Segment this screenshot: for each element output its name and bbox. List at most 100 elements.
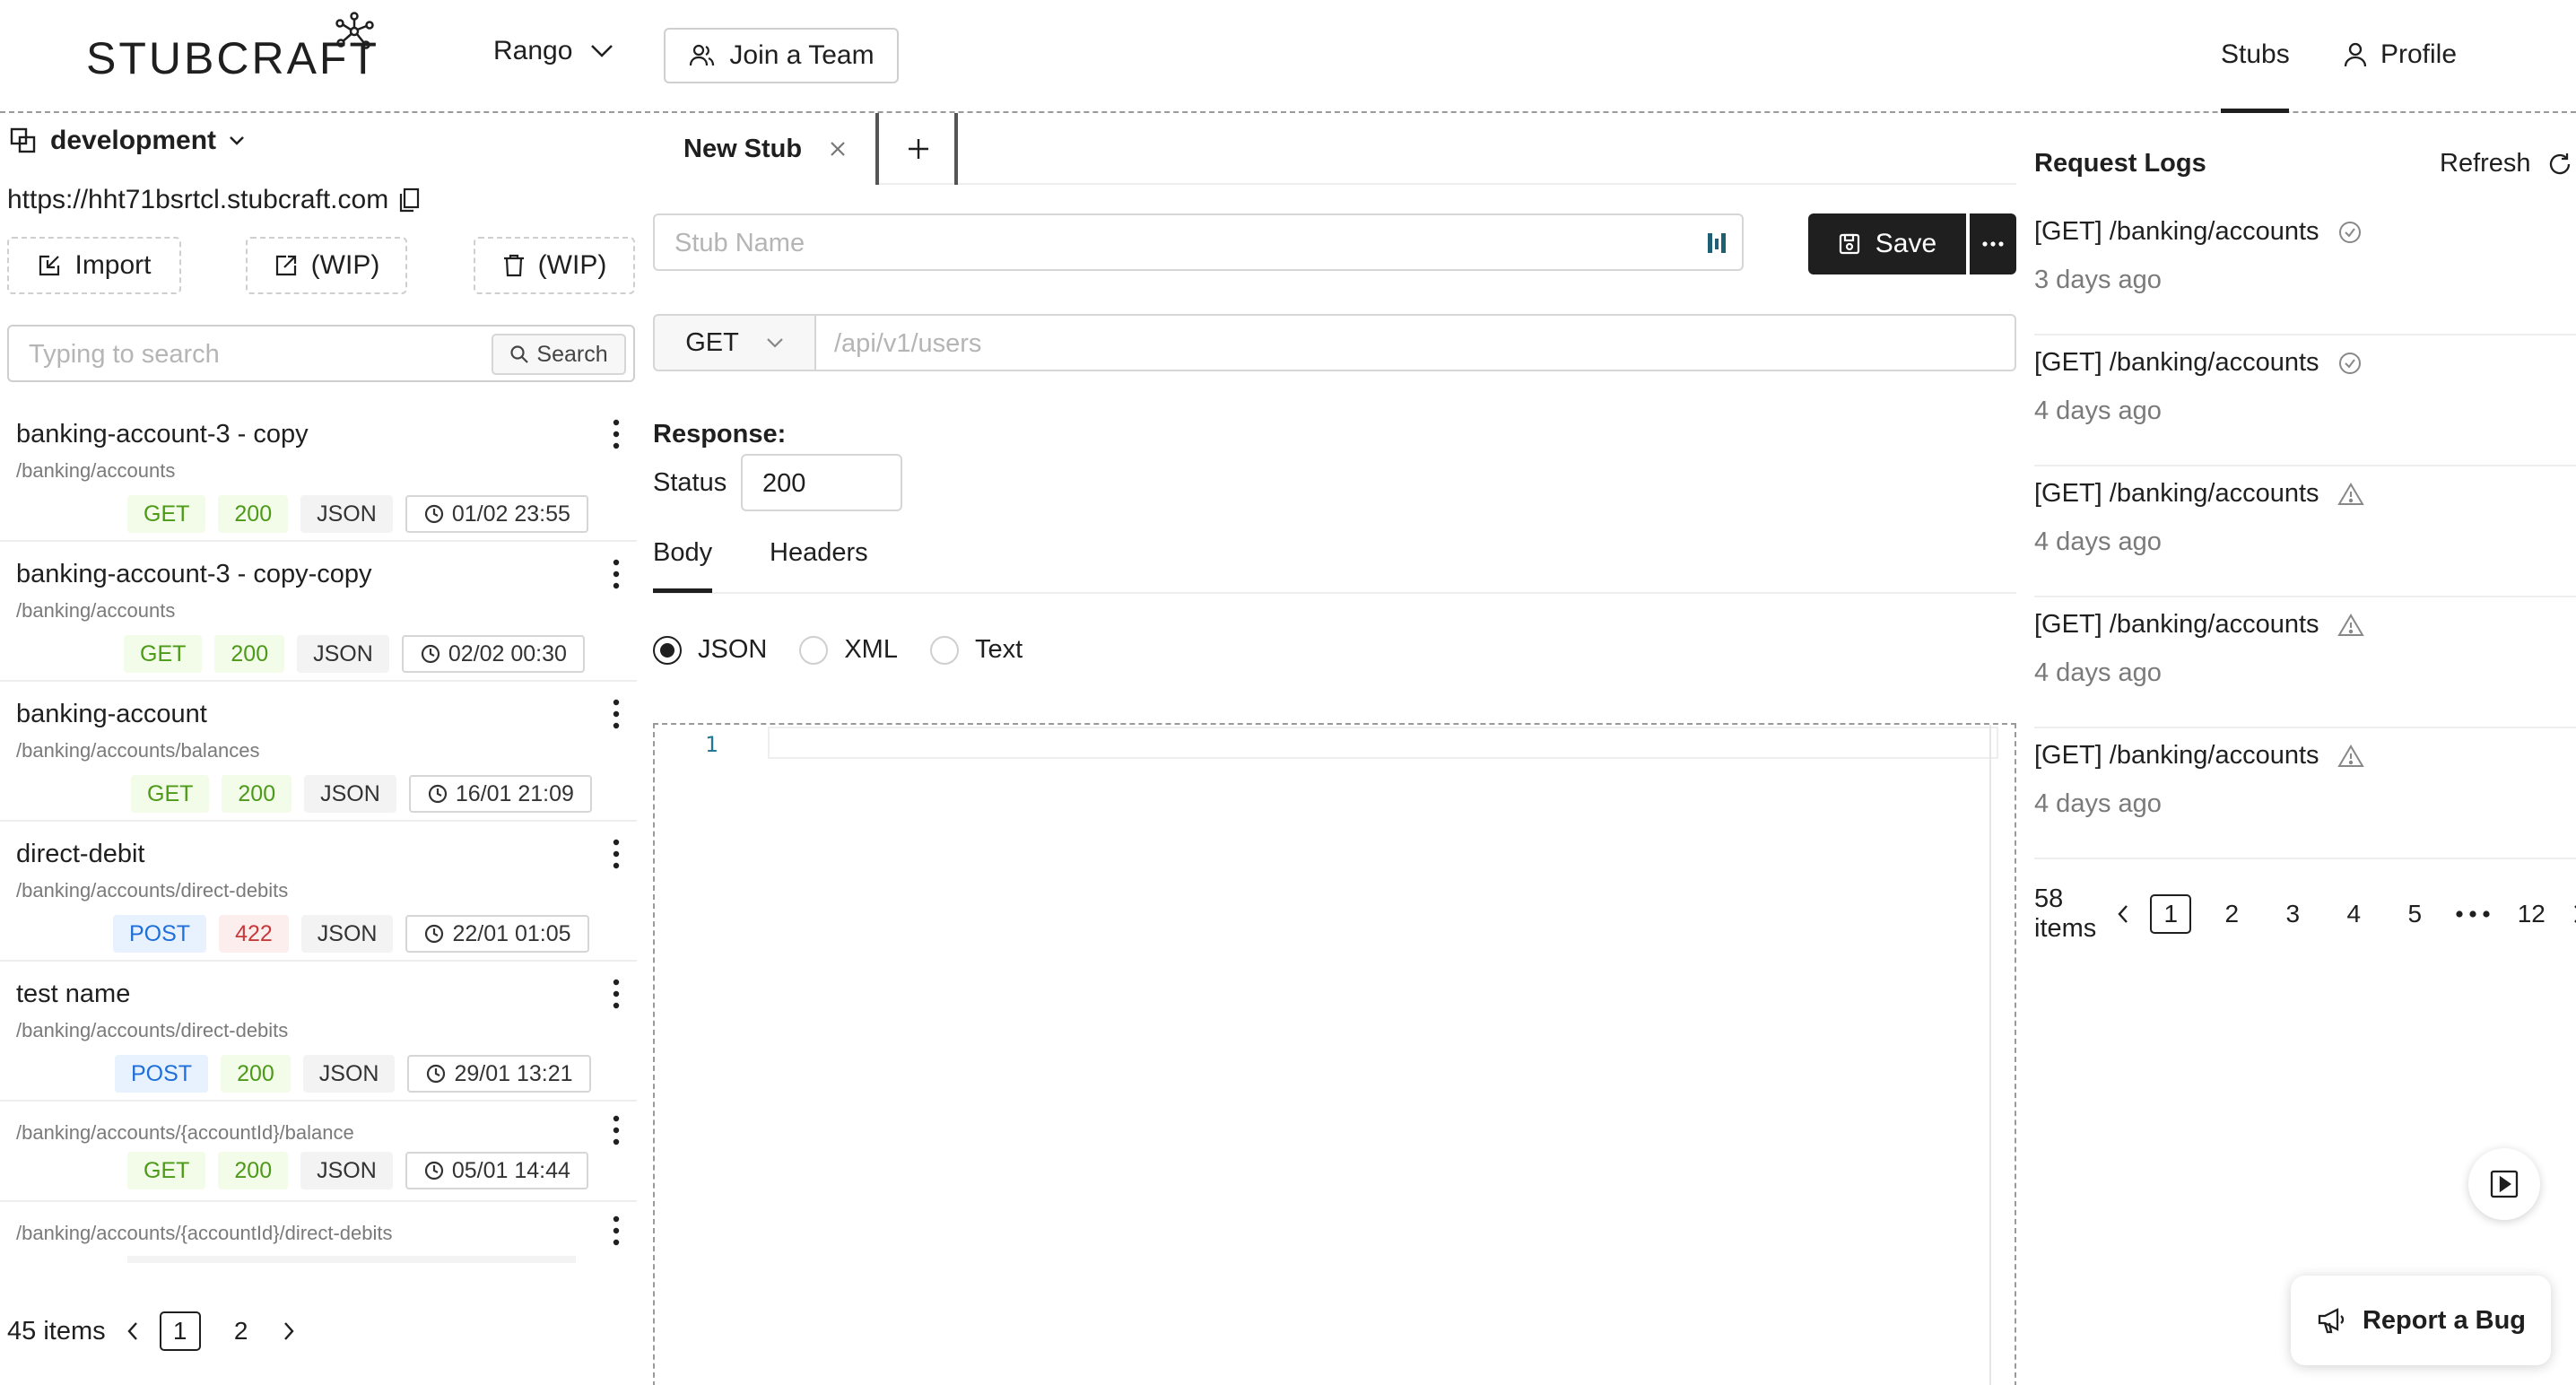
code-editor[interactable]: 1 xyxy=(653,723,2016,1385)
tab-headers[interactable]: Headers xyxy=(770,538,868,568)
play-button[interactable] xyxy=(2468,1148,2540,1220)
profile-label: Profile xyxy=(2380,39,2458,69)
format-badge: JSON xyxy=(297,635,389,673)
stub-tags: POST 422 JSON 22/01 01:05 xyxy=(113,915,589,953)
clipped-tags xyxy=(127,1256,576,1263)
request-log-item[interactable]: [GET] /banking/accounts 4 days ago xyxy=(2034,466,2576,597)
page-4[interactable]: 4 xyxy=(2333,894,2374,934)
report-bug-label: Report a Bug xyxy=(2362,1305,2527,1335)
radio-dot[interactable] xyxy=(653,635,682,665)
copy-icon[interactable] xyxy=(397,187,421,213)
more-vertical-icon[interactable] xyxy=(612,558,621,590)
tab-new-stub[interactable]: New Stub xyxy=(653,113,879,185)
timestamp-badge: 16/01 21:09 xyxy=(408,775,592,813)
chevron-down-icon xyxy=(590,44,614,58)
more-options-button[interactable] xyxy=(1970,213,2016,274)
import-button[interactable]: Import xyxy=(7,237,181,294)
more-vertical-icon[interactable] xyxy=(612,838,621,870)
list-item[interactable]: banking-account-3 - copy /banking/accoun… xyxy=(0,402,637,542)
format-badge: JSON xyxy=(300,1152,393,1189)
page-12[interactable]: 12 xyxy=(2511,894,2552,934)
list-item[interactable]: test name /banking/accounts/direct-debit… xyxy=(0,962,637,1102)
page-1[interactable]: 1 xyxy=(2150,894,2192,934)
editor-scrollbar[interactable] xyxy=(1989,725,1991,1385)
more-vertical-icon[interactable] xyxy=(612,978,621,1010)
request-log-item[interactable]: [GET] /banking/accounts 4 days ago xyxy=(2034,597,2576,728)
search-input[interactable] xyxy=(29,335,495,373)
log-title: [GET] /banking/accounts xyxy=(2034,741,2364,771)
chevron-right-icon[interactable] xyxy=(2572,903,2576,925)
stub-path: /banking/accounts/direct-debits xyxy=(16,1019,289,1041)
more-vertical-icon[interactable] xyxy=(612,1215,621,1247)
stub-path: /banking/accounts/{accountId}/balance xyxy=(16,1121,354,1144)
tab-body[interactable]: Body xyxy=(653,538,712,568)
page-1[interactable]: 1 xyxy=(159,1311,201,1351)
chevron-left-icon[interactable] xyxy=(126,1320,140,1342)
page-3[interactable]: 3 xyxy=(2272,894,2313,934)
request-log-item[interactable]: [GET] /banking/accounts 3 days ago xyxy=(2034,205,2576,335)
logo-network-icon xyxy=(332,9,377,54)
more-vertical-icon[interactable] xyxy=(612,418,621,450)
path-input[interactable] xyxy=(834,325,1910,362)
delete-button[interactable]: (WIP) xyxy=(474,237,635,294)
stub-name-field xyxy=(653,213,1744,271)
request-log-item[interactable]: [GET] /banking/accounts 4 days ago xyxy=(2034,335,2576,466)
save-button[interactable]: Save xyxy=(1808,213,1966,274)
radio-json[interactable]: JSON xyxy=(653,635,767,665)
request-logs-title: Request Logs xyxy=(2034,149,2206,178)
nav-stubs[interactable]: Stubs xyxy=(2221,39,2290,70)
status-field xyxy=(741,454,902,511)
environment-selector[interactable]: development xyxy=(9,126,245,156)
search-button[interactable]: Search xyxy=(492,334,626,375)
stub-path: /banking/accounts/balances xyxy=(16,739,260,762)
warning-triangle-icon xyxy=(2337,744,2364,769)
stub-name-input[interactable] xyxy=(674,224,1661,262)
more-vertical-icon[interactable] xyxy=(612,1114,621,1146)
close-icon[interactable] xyxy=(829,140,847,158)
radio-dot[interactable] xyxy=(799,635,829,665)
list-item[interactable]: banking-account-3 - copy-copy /banking/a… xyxy=(0,542,637,682)
timestamp-badge: 29/01 13:21 xyxy=(407,1055,591,1093)
list-item[interactable]: /banking/accounts/{accountId}/balance GE… xyxy=(0,1102,637,1202)
log-time: 4 days ago xyxy=(2034,789,2162,818)
export-button[interactable]: (WIP) xyxy=(246,237,407,294)
nav-profile[interactable]: Profile xyxy=(2343,39,2457,70)
list-item[interactable]: banking-account /banking/accounts/balanc… xyxy=(0,682,637,822)
search-icon xyxy=(509,344,529,364)
join-team-button[interactable]: Join a Team xyxy=(664,28,899,83)
status-input[interactable] xyxy=(762,465,879,502)
report-bug-button[interactable]: Report a Bug xyxy=(2291,1276,2551,1365)
radio-xml[interactable]: XML xyxy=(799,635,898,665)
password-manager-icon[interactable] xyxy=(1706,230,1727,257)
chevron-left-icon[interactable] xyxy=(2116,903,2130,925)
import-icon xyxy=(37,253,62,278)
list-item[interactable]: direct-debit /banking/accounts/direct-de… xyxy=(0,822,637,962)
add-tab-button[interactable] xyxy=(883,113,958,185)
stub-path: /banking/accounts xyxy=(16,459,176,482)
method-select[interactable]: GET xyxy=(653,314,816,371)
body-tabs: Body Headers xyxy=(653,538,2016,594)
radio-text[interactable]: Text xyxy=(929,635,1023,665)
export-label: (WIP) xyxy=(310,250,380,280)
page-5[interactable]: 5 xyxy=(2394,894,2435,934)
more-vertical-icon[interactable] xyxy=(612,698,621,730)
request-log-item[interactable]: [GET] /banking/accounts 4 days ago xyxy=(2034,728,2576,859)
ellipsis-icon[interactable] xyxy=(2455,910,2491,919)
radio-dot[interactable] xyxy=(929,635,959,665)
user-icon xyxy=(2343,41,2368,68)
page-2[interactable]: 2 xyxy=(221,1311,262,1351)
chevron-right-icon[interactable] xyxy=(282,1320,296,1342)
export-icon xyxy=(274,253,299,278)
import-label: Import xyxy=(74,250,152,280)
play-icon xyxy=(2489,1169,2519,1199)
refresh-button[interactable]: Refresh xyxy=(2440,149,2572,179)
logs-pagination: 58 items 1 2 3 4 5 12 xyxy=(2034,884,2576,944)
radio-label: XML xyxy=(844,635,898,664)
team-selector[interactable]: Rango xyxy=(493,36,614,66)
timestamp-badge: 01/02 23:55 xyxy=(405,495,588,533)
items-count: 58 items xyxy=(2034,884,2097,943)
page-2[interactable]: 2 xyxy=(2211,894,2252,934)
log-time: 3 days ago xyxy=(2034,266,2162,294)
list-item[interactable]: /banking/accounts/{accountId}/direct-deb… xyxy=(0,1202,637,1263)
trash-icon xyxy=(502,253,526,278)
